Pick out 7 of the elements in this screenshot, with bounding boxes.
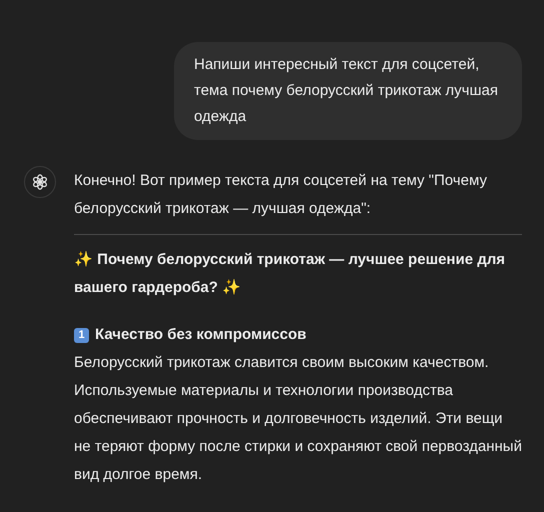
assistant-logo-icon — [31, 173, 49, 191]
number-badge: 1 — [74, 328, 89, 342]
intro-text: Конечно! Вот пример текста для соцсетей на тему "Почему белорусский трикотаж — лучшая одежда": — [74, 171, 488, 219]
user-message-bubble: Напиши интересный текст для соцсетей, тема почему белорусский трикотаж лучшая одежда — [174, 42, 522, 140]
section-title: Качество без компромиссов — [95, 325, 306, 345]
section-body: Белорусский трикотаж славится своим высоким качеством. Используемые материалы и технологии производства обеспечивают прочность и долговечность изделий. Эти вещи не теряют форму после стирки и сохраняют свой первозданный вид долгое время. — [74, 353, 522, 485]
post-heading: ✨ Почему белорусский трикотаж — лучшее решение для вашего гардероба? ✨ — [74, 250, 506, 298]
